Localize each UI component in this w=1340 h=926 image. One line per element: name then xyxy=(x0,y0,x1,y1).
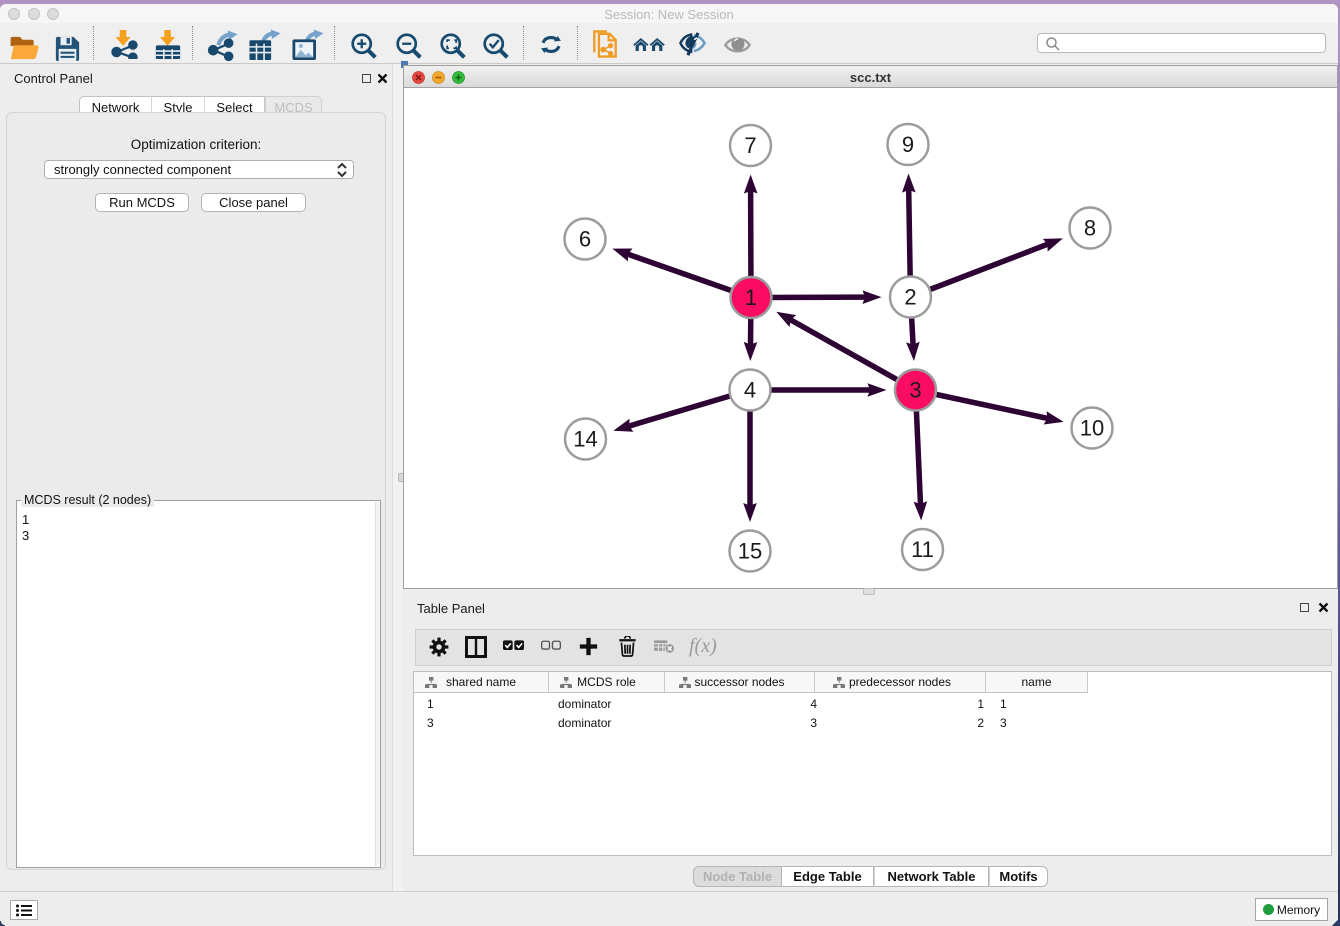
svg-text:15: 15 xyxy=(738,539,762,564)
svg-text:7: 7 xyxy=(744,133,756,158)
svg-text:3: 3 xyxy=(909,378,921,403)
svg-text:11: 11 xyxy=(911,537,934,562)
svg-text:8: 8 xyxy=(1084,216,1096,241)
svg-text:14: 14 xyxy=(573,427,597,452)
svg-text:9: 9 xyxy=(902,132,914,157)
svg-text:1: 1 xyxy=(745,285,757,310)
svg-text:4: 4 xyxy=(744,378,756,403)
svg-text:10: 10 xyxy=(1080,416,1104,441)
svg-text:2: 2 xyxy=(904,285,916,310)
svg-text:6: 6 xyxy=(579,227,591,252)
